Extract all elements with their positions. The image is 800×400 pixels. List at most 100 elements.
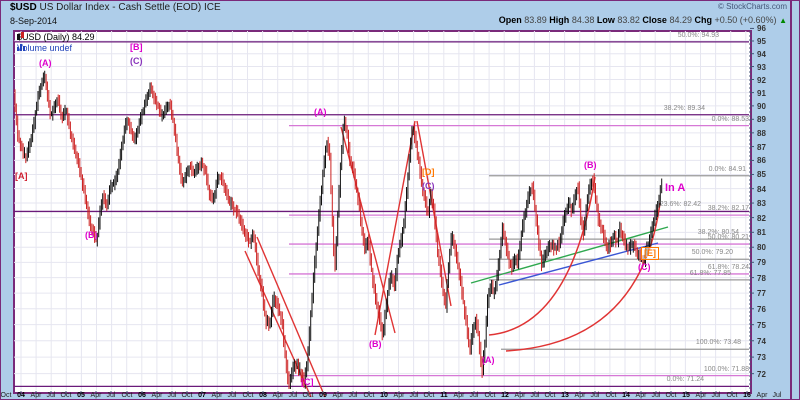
red-2010-decline	[417, 121, 451, 306]
candles-icon	[17, 32, 25, 41]
date-axis-label: Apr	[575, 392, 586, 399]
price-tick-label: 86	[757, 156, 766, 165]
date-axis-label: 12	[501, 392, 509, 399]
price-tick-label: 85	[757, 170, 766, 179]
date-axis-label: Oct	[606, 392, 617, 399]
fib-label: 61.8%: 77.85	[651, 270, 731, 277]
date-axis-label: Oct	[545, 392, 556, 399]
price-tick-label: 84	[757, 185, 766, 194]
price-tick-label: 88	[757, 129, 766, 138]
date-axis-label: Apr	[696, 392, 707, 399]
date-axis-label: Apr	[757, 392, 768, 399]
volume-bars-icon	[17, 43, 26, 51]
date-axis-label: Jul	[47, 392, 56, 399]
date-axis-label: Apr	[91, 392, 102, 399]
price-bars-down	[15, 74, 643, 389]
wave-label: [A]	[15, 172, 28, 181]
date-axis-label: Jul	[591, 392, 600, 399]
date-axis-label: Apr	[515, 392, 526, 399]
date-axis-label: Jul	[773, 392, 782, 399]
date-axis-label: Oct	[182, 392, 193, 399]
right-border	[790, 1, 792, 399]
date-axis-label: 11	[440, 392, 447, 399]
date-axis-label: Jul	[168, 392, 177, 399]
price-tick-label: 89	[757, 115, 766, 124]
price-tick-label: 76	[757, 305, 766, 314]
date-axis-label: Jul	[107, 392, 116, 399]
date-axis-label: Oct	[1, 392, 12, 399]
price-tick-label: 81	[757, 228, 766, 237]
wave-label: (A)	[482, 356, 495, 365]
date-axis-label: Jul	[712, 392, 721, 399]
date-axis-label: Oct	[666, 392, 677, 399]
date-axis-label: Apr	[394, 392, 405, 399]
fib-label: 38.2%: 80.54	[659, 229, 739, 236]
wave-label: (C)	[130, 57, 143, 66]
blue-support	[499, 243, 658, 285]
wave-label: In A	[665, 183, 685, 194]
date-axis-label: Apr	[636, 392, 647, 399]
date-axis-label: Apr	[273, 392, 284, 399]
price-tick-label: 80	[757, 243, 766, 252]
legend-volume: Volume undef	[17, 43, 72, 53]
price-tick-label: 72	[757, 370, 766, 379]
date-axis-label: 08	[259, 392, 267, 399]
wave-label: [C]	[301, 378, 314, 387]
date-axis-label: 13	[561, 392, 569, 399]
date-axis-label: Apr	[31, 392, 42, 399]
price-tick-label: 75	[757, 321, 766, 330]
fib-label: 0.0%: 88.53	[669, 116, 749, 123]
price-tick-label: 91	[757, 89, 766, 98]
wave-label: [B]	[130, 43, 143, 52]
wave-label: [D]	[422, 168, 435, 177]
date-axis-label: Jul	[652, 392, 661, 399]
date-axis-label: Oct	[243, 392, 254, 399]
fib-label: 0.0%: 84.91	[666, 166, 746, 173]
fib-label: 50.0%: 94.93	[639, 32, 719, 39]
legend-instrument-text: $USD (Daily) 84.29	[17, 32, 95, 42]
price-tick-label: 82	[757, 214, 766, 223]
wave-label: (C)	[638, 263, 651, 272]
date-axis-label: 05	[77, 392, 85, 399]
date-axis-label: Jul	[289, 392, 298, 399]
date-axis-label: 07	[198, 392, 206, 399]
date-axis-label: Jul	[470, 392, 479, 399]
wave-label: (C)	[422, 182, 435, 191]
fib-label: 50.0%: 79.20	[653, 249, 733, 256]
date-axis-label: Apr	[152, 392, 163, 399]
date-axis-label: Oct	[61, 392, 72, 399]
date-axis-label: Oct	[727, 392, 738, 399]
price-tick-label: 96	[757, 24, 766, 33]
date-axis-label: 16	[743, 392, 751, 399]
fib-label: 100.0%: 71.88	[669, 366, 749, 373]
wave-label: (A)	[39, 59, 52, 68]
fib-label: 38.2%: 82.17	[669, 205, 749, 212]
stockcharts-chart: $USD US Dollar Index - Cash Settle (EOD)…	[0, 0, 800, 400]
wave-label: (A)	[314, 108, 327, 117]
price-tick-label: 78	[757, 274, 766, 283]
date-axis-label: Jul	[531, 392, 540, 399]
date-axis-label: Oct	[424, 392, 435, 399]
date-axis-label: Jul	[410, 392, 419, 399]
red-2010-advance	[375, 121, 415, 335]
date-axis-label: Apr	[454, 392, 465, 399]
date-axis-label: Oct	[485, 392, 496, 399]
price-tick-label: 95	[757, 37, 766, 46]
date-axis-label: 09	[319, 392, 327, 399]
date-axis-label: Jul	[228, 392, 237, 399]
price-tick-label: 73	[757, 353, 766, 362]
date-axis-label: 10	[380, 392, 388, 399]
date-axis-label: Oct	[364, 392, 375, 399]
legend-instrument: $USD (Daily) 84.29	[17, 32, 95, 42]
date-axis-label: Oct	[122, 392, 133, 399]
price-tick-label: 74	[757, 337, 766, 346]
price-tick-label: 90	[757, 102, 766, 111]
fib-label: 38.2%: 89.34	[625, 105, 705, 112]
price-tick-label: 77	[757, 289, 766, 298]
price-tick-label: 92	[757, 76, 766, 85]
date-axis-label: Jul	[349, 392, 358, 399]
wave-label: (B)	[369, 340, 382, 349]
price-tick-label: 93	[757, 63, 766, 72]
wave-label: (B)	[85, 231, 98, 240]
fib-label: 100.0%: 73.48	[661, 339, 741, 346]
